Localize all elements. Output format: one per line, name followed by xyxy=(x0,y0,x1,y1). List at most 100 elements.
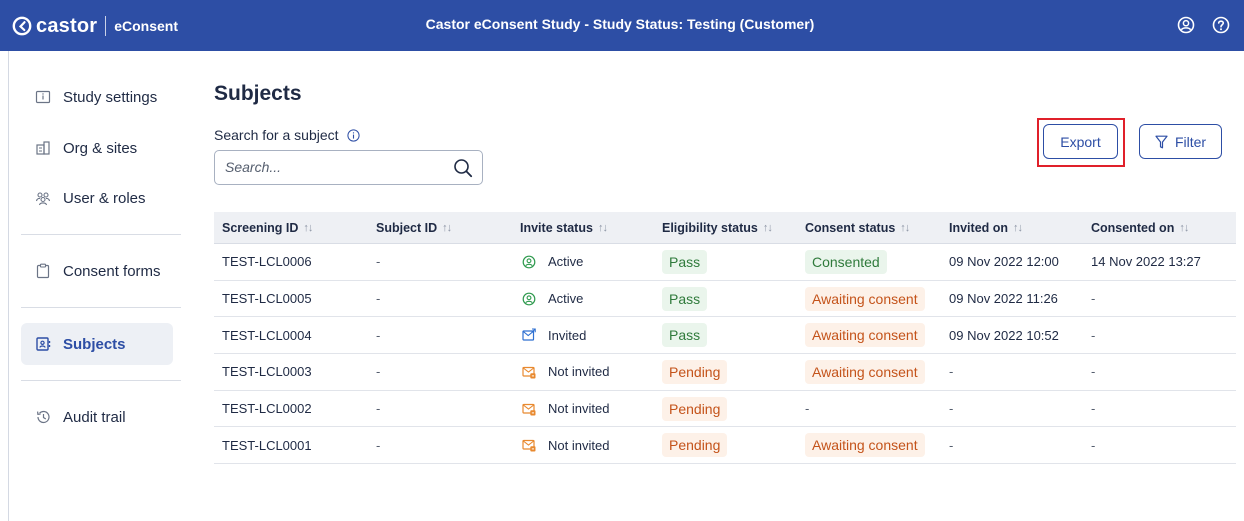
subject-id-text: - xyxy=(376,401,381,417)
cell-eligibility-status: Pass xyxy=(654,323,797,348)
consent-badge: Awaiting consent xyxy=(805,433,925,458)
consent-badge: - xyxy=(805,401,810,417)
column-header-eligibility-status[interactable]: Eligibility status ↑↓ xyxy=(654,221,797,235)
building-icon xyxy=(36,141,50,155)
column-header-invite-status[interactable]: Invite status ↑↓ xyxy=(512,221,654,235)
help-icon[interactable] xyxy=(1211,15,1231,35)
castor-logo-icon xyxy=(12,16,32,36)
invite-status-text: Not invited xyxy=(548,437,610,453)
sort-icon[interactable]: ↑↓ xyxy=(900,222,910,234)
search-label: Search for a subject xyxy=(214,127,360,143)
sort-icon[interactable]: ↑↓ xyxy=(1013,222,1023,234)
cell-consented-on: 14 Nov 2022 13:27 xyxy=(1083,254,1236,269)
column-header-subject-id[interactable]: Subject ID ↑↓ xyxy=(368,221,512,235)
cell-invited-on: - xyxy=(941,364,1083,379)
cell-subject-id: - xyxy=(368,438,512,453)
sort-icon[interactable]: ↑↓ xyxy=(1179,222,1189,234)
sidebar-item-study-settings[interactable]: Study settings xyxy=(21,76,173,118)
cell-screening-id: TEST-LCL0002 xyxy=(214,401,368,416)
column-header-label: Consent status xyxy=(805,220,896,235)
info-icon[interactable] xyxy=(346,128,360,142)
brand-product: eConsent xyxy=(114,18,179,34)
table-row[interactable]: TEST-LCL0004 - Invited Pass Awaiting consent… xyxy=(214,317,1236,355)
table-body: TEST-LCL0006 - Active Pass Consented 09 Nov 2… xyxy=(214,244,1236,465)
sort-icon[interactable]: ↑↓ xyxy=(442,222,452,234)
mail-pending-icon xyxy=(522,403,536,416)
brand-name: castor xyxy=(36,14,98,37)
brand-separator xyxy=(105,16,107,36)
column-header-label: Subject ID xyxy=(376,220,438,235)
page-title: Subjects xyxy=(214,82,302,105)
search-label-text: Search for a subject xyxy=(214,127,339,143)
cell-consented-on: - xyxy=(1083,401,1236,416)
sort-icon[interactable]: ↑↓ xyxy=(598,222,608,234)
search-icon[interactable] xyxy=(453,158,473,178)
subject-id-text: - xyxy=(376,437,381,453)
sidebar-item-user-roles[interactable]: User & roles xyxy=(21,177,173,219)
eligibility-badge: Pending xyxy=(662,396,728,421)
export-button[interactable]: Export xyxy=(1043,124,1118,159)
cell-eligibility-status: Pending xyxy=(654,396,797,421)
sort-icon[interactable]: ↑↓ xyxy=(763,222,773,234)
eligibility-badge: Pass xyxy=(662,323,708,348)
consent-badge: Awaiting consent xyxy=(805,286,925,311)
consented-on-text: 14 Nov 2022 13:27 xyxy=(1091,254,1201,270)
filter-button-label: Filter xyxy=(1174,133,1207,150)
table-row[interactable]: TEST-LCL0001 - Not invited Pending Awaiting … xyxy=(214,427,1236,465)
sidebar-item-org-sites[interactable]: Org & sites xyxy=(21,127,173,169)
cell-invited-on: 09 Nov 2022 11:26 xyxy=(941,291,1083,306)
top-bar: castor eConsent Castor eConsent Study - … xyxy=(0,0,1244,51)
sidebar-item-label: User & roles xyxy=(63,189,146,207)
users-icon xyxy=(35,192,51,206)
cell-consent-status: Awaiting consent xyxy=(797,359,941,384)
column-header-consent-status[interactable]: Consent status ↑↓ xyxy=(797,221,941,235)
search-input[interactable] xyxy=(225,159,445,175)
column-header-label: Invite status xyxy=(520,220,593,235)
column-header-screening-id[interactable]: Screening ID ↑↓ xyxy=(214,221,368,235)
sidebar-item-consent-forms[interactable]: Consent forms xyxy=(21,250,173,292)
brand-logo[interactable]: castor eConsent xyxy=(12,13,178,39)
consented-on-text: - xyxy=(1091,437,1096,453)
cell-eligibility-status: Pass xyxy=(654,286,797,311)
cell-consented-on: - xyxy=(1083,364,1236,379)
eligibility-badge: Pass xyxy=(662,286,708,311)
user-circle-icon xyxy=(522,255,536,269)
filter-button[interactable]: Filter xyxy=(1139,124,1222,159)
sidebar-item-subjects[interactable]: Subjects xyxy=(21,323,173,365)
info-card-icon xyxy=(35,90,51,104)
cell-eligibility-status: Pending xyxy=(654,433,797,458)
cell-invited-on: 09 Nov 2022 10:52 xyxy=(941,328,1083,343)
consent-badge: Consented xyxy=(805,249,887,274)
cell-subject-id: - xyxy=(368,364,512,379)
history-icon xyxy=(37,410,50,424)
user-circle-icon xyxy=(522,292,536,305)
cell-consented-on: - xyxy=(1083,328,1236,343)
cell-invited-on: 09 Nov 2022 12:00 xyxy=(941,254,1083,269)
mail-pending-icon xyxy=(522,440,536,452)
consent-badge: Awaiting consent xyxy=(805,359,925,384)
invited-on-text: 09 Nov 2022 11:26 xyxy=(949,291,1058,307)
filter-icon xyxy=(1155,135,1168,148)
cell-eligibility-status: Pending xyxy=(654,359,797,384)
eligibility-badge: Pass xyxy=(662,249,708,274)
cell-invite-status: Not invited xyxy=(512,401,654,416)
sidebar-item-label: Consent forms xyxy=(63,262,161,280)
clipboard-icon xyxy=(36,263,50,279)
table-header: Screening ID ↑↓ Subject ID ↑↓ Invite status ↑… xyxy=(214,212,1236,244)
eligibility-badge: Pending xyxy=(662,359,728,384)
cell-invite-status: Active xyxy=(512,254,654,269)
cell-screening-id: TEST-LCL0006 xyxy=(214,254,368,269)
search-box xyxy=(214,150,483,185)
sort-icon[interactable]: ↑↓ xyxy=(303,222,313,234)
table-row[interactable]: TEST-LCL0003 - Not invited Pending Awaiting … xyxy=(214,354,1236,391)
consent-badge: Awaiting consent xyxy=(805,323,925,348)
sidebar-item-audit-trail[interactable]: Audit trail xyxy=(21,396,173,438)
table-row[interactable]: TEST-LCL0006 - Active Pass Consented 09 Nov 2… xyxy=(214,244,1236,281)
column-header-invited-on[interactable]: Invited on ↑↓ xyxy=(941,221,1083,235)
table-row[interactable]: TEST-LCL0005 - Active Pass Awaiting consent 0… xyxy=(214,281,1236,318)
sidebar-item-label: Org & sites xyxy=(63,139,138,157)
column-header-consented-on[interactable]: Consented on ↑↓ xyxy=(1083,221,1236,235)
cell-subject-id: - xyxy=(368,254,512,269)
table-row[interactable]: TEST-LCL0002 - Not invited Pending - - - xyxy=(214,391,1236,428)
account-icon[interactable] xyxy=(1176,15,1196,35)
